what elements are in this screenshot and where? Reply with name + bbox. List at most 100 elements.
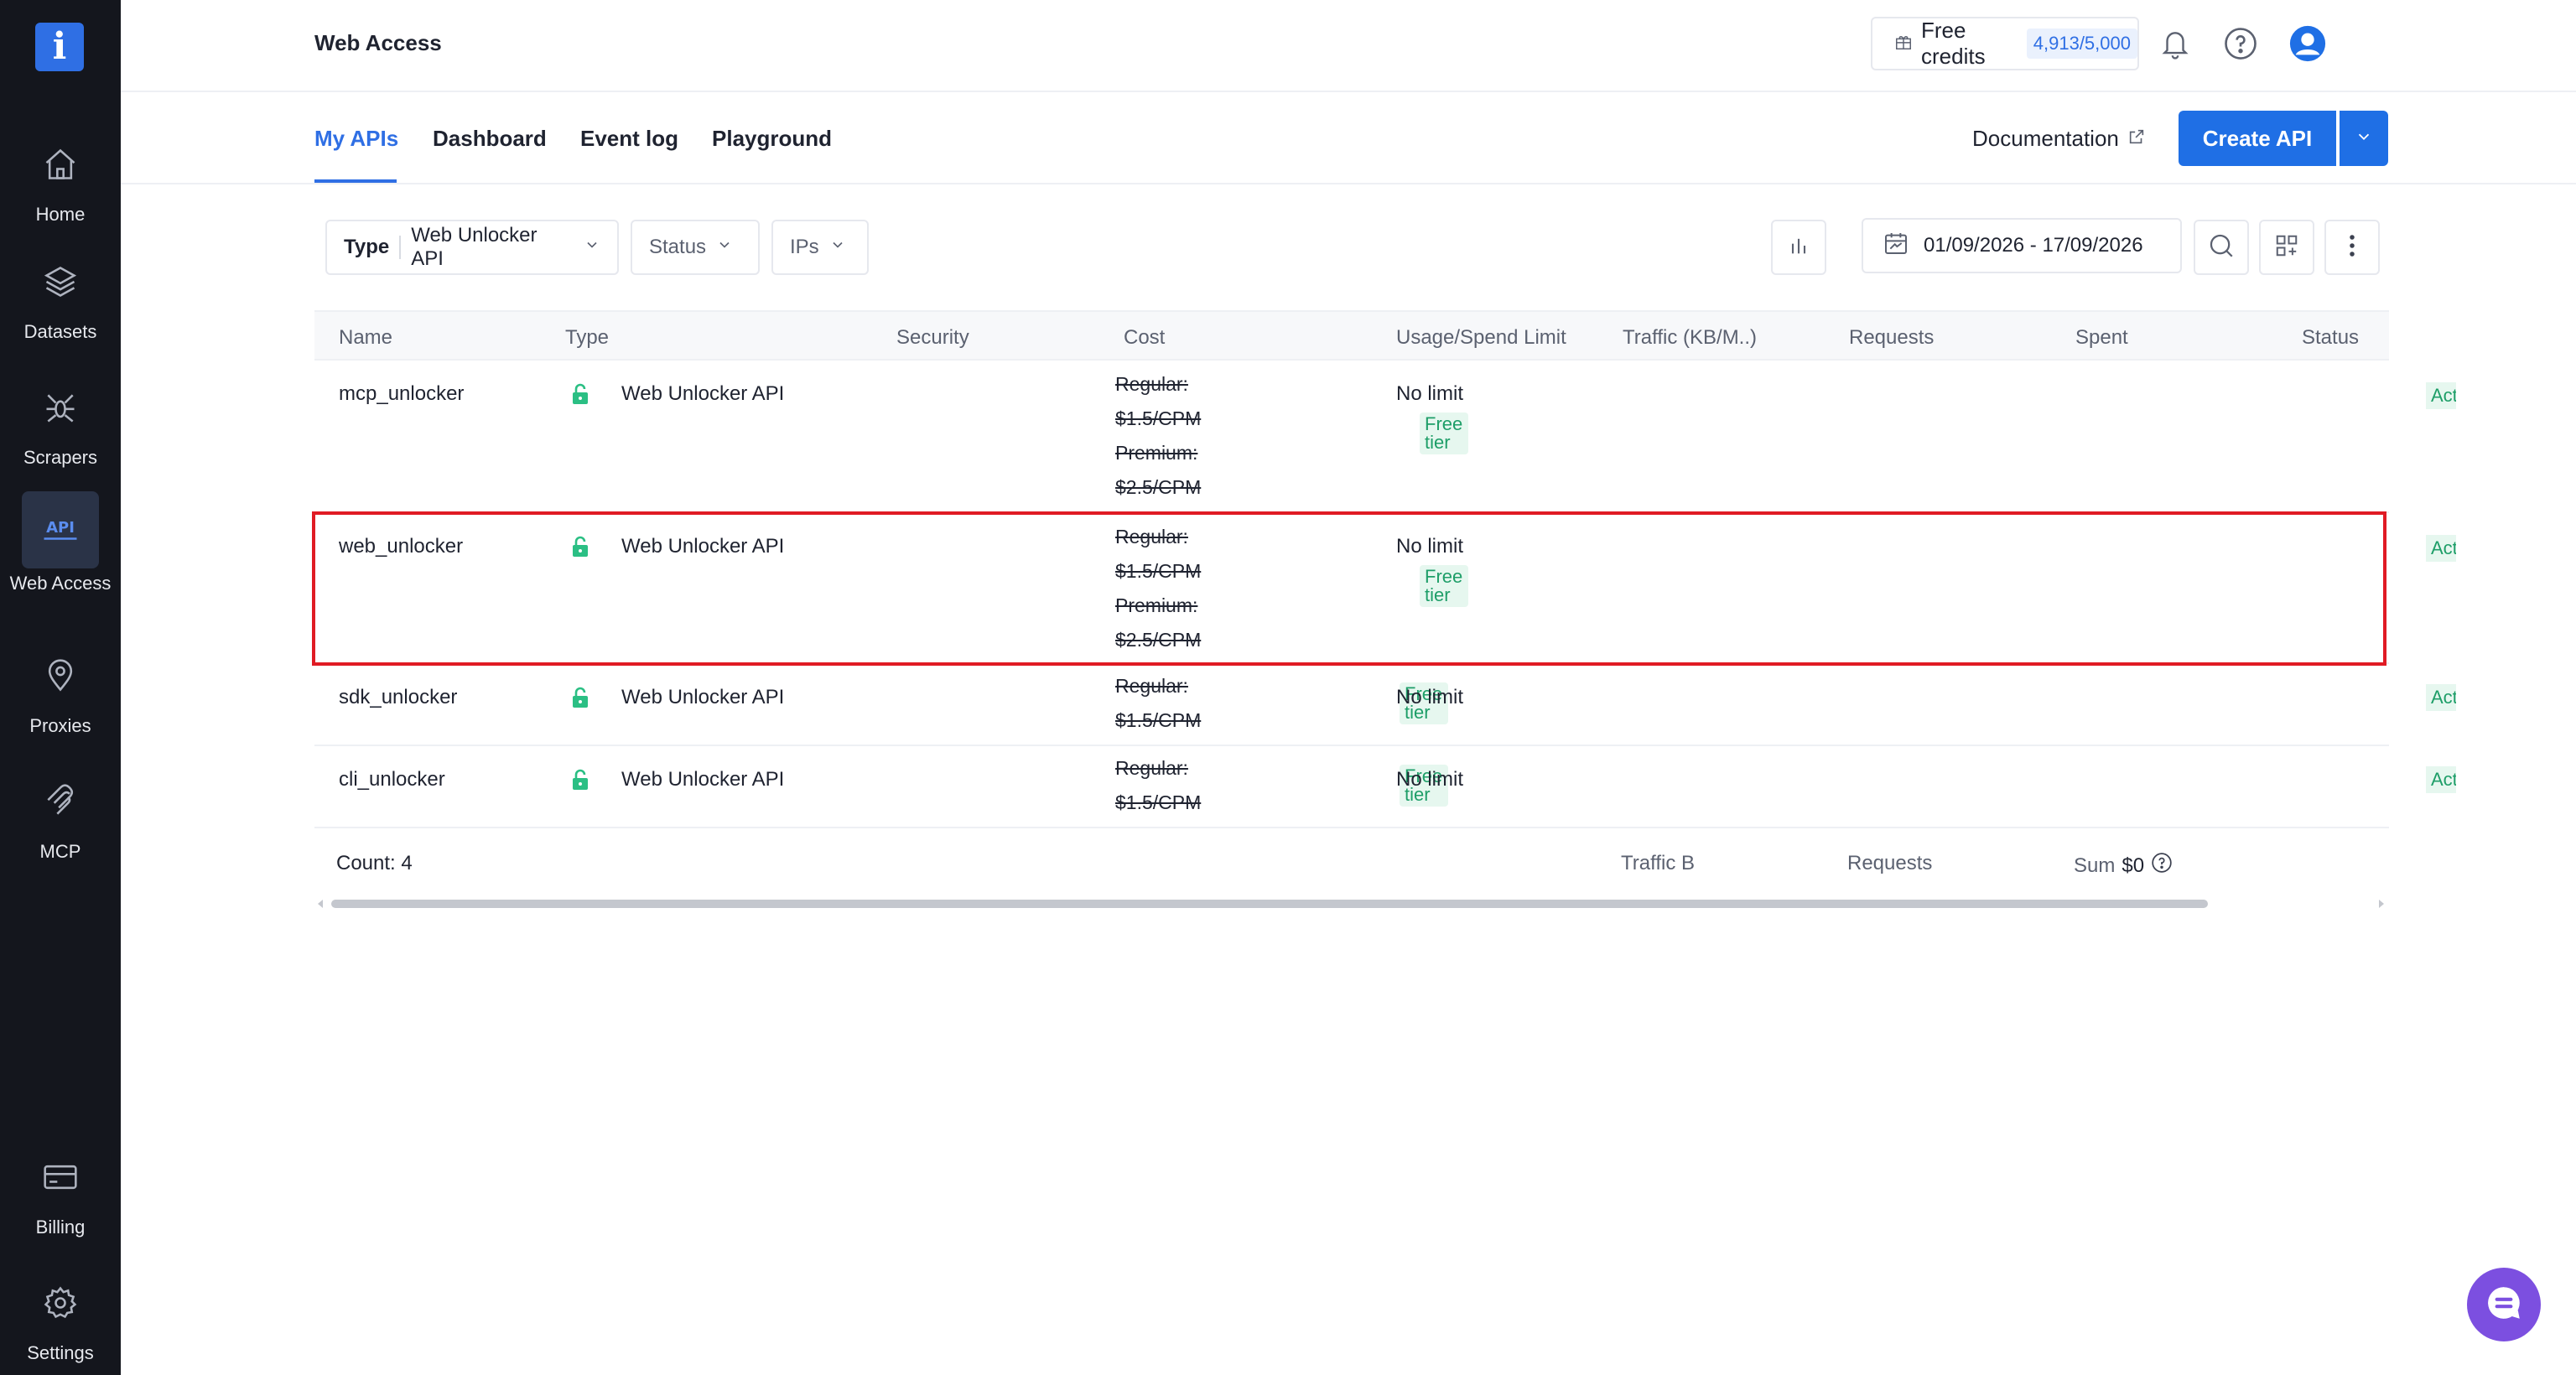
- grid-add-icon: [2274, 233, 2299, 262]
- table-row[interactable]: mcp_unlocker Web Unlocker API Regular: $1…: [314, 361, 2456, 513]
- sidebar-item-proxies[interactable]: Proxies: [0, 637, 121, 735]
- chart-toggle-button[interactable]: [1771, 220, 1826, 275]
- unlock-icon: [573, 769, 588, 790]
- logo[interactable]: i: [35, 23, 84, 71]
- status-filter-label: Status: [649, 236, 707, 258]
- table-row[interactable]: cli_unlocker Web Unlocker API Regular: $1…: [314, 746, 2456, 828]
- page-title: Web Access: [314, 30, 442, 55]
- column-header[interactable]: Type: [565, 326, 609, 350]
- layers-icon: [22, 243, 99, 320]
- more-options-button[interactable]: [2324, 220, 2380, 275]
- credits-value: 4,913/5,000: [2026, 29, 2137, 59]
- requests-total: Requests: [1847, 852, 1933, 874]
- help-icon[interactable]: [2220, 23, 2261, 64]
- spider-icon: [22, 369, 99, 446]
- horizontal-scrollbar[interactable]: [314, 895, 2389, 911]
- sidebar-item-billing[interactable]: Billing: [0, 1139, 121, 1237]
- column-header[interactable]: Spent: [2075, 326, 2128, 350]
- sidebar-item-label: Billing: [35, 1217, 86, 1238]
- status-badge: Act: [2426, 382, 2456, 409]
- tab-event-log[interactable]: Event log: [580, 126, 678, 152]
- sidebar-item-label: Proxies: [29, 715, 91, 736]
- api-name[interactable]: cli_unlocker: [339, 768, 445, 791]
- scroll-left-icon[interactable]: [318, 900, 323, 908]
- column-header[interactable]: Requests: [1849, 326, 1934, 350]
- status-badge: Act: [2426, 684, 2456, 711]
- sidebar-item-mcp[interactable]: MCP: [0, 763, 121, 861]
- top-bar: Web Access Free credits 4,913/5,000: [121, 0, 2576, 92]
- tab-my-apis[interactable]: My APIs: [314, 126, 398, 152]
- chevron-down-icon: [584, 236, 600, 259]
- status-badge: Act: [2426, 766, 2456, 793]
- sidebar-item-label: MCP: [39, 841, 81, 862]
- column-header[interactable]: Usage/Spend Limit: [1396, 326, 1566, 350]
- api-name[interactable]: mcp_unlocker: [339, 382, 464, 406]
- scroll-right-icon[interactable]: [2379, 900, 2384, 908]
- status-filter[interactable]: Status: [631, 220, 760, 275]
- usage-limit: No limit: [1396, 768, 1464, 791]
- table-footer: Count: 4 Traffic B Requests Sum $0: [314, 830, 2389, 897]
- gear-icon: [22, 1264, 99, 1341]
- tabs-bar: My APIs Dashboard Event log Playground D…: [121, 92, 2576, 184]
- cost-value: Regular: $1.5/CPM: [1115, 675, 1202, 731]
- bell-icon[interactable]: [2155, 23, 2195, 64]
- scrollbar-thumb[interactable]: [331, 900, 2208, 908]
- column-header[interactable]: Cost: [1124, 326, 1165, 350]
- sidebar: i Home Datasets Scrapers API Web Access …: [0, 0, 121, 1375]
- tab-playground[interactable]: Playground: [712, 126, 832, 152]
- column-header[interactable]: Status: [2302, 326, 2359, 350]
- column-header[interactable]: Security: [896, 326, 969, 350]
- svg-text:API: API: [46, 519, 75, 537]
- ips-filter-label: IPs: [790, 236, 819, 258]
- free-tier-badge: Free tier: [1420, 412, 1468, 454]
- search-button[interactable]: [2194, 220, 2249, 275]
- sidebar-item-label: Web Access: [9, 573, 112, 594]
- api-type: Web Unlocker API: [621, 686, 785, 708]
- documentation-label: Documentation: [1972, 126, 2119, 151]
- sidebar-item-label: Settings: [27, 1342, 94, 1363]
- date-range-value: 01/09/2026 - 17/09/2026: [1924, 234, 2143, 257]
- tab-dashboard[interactable]: Dashboard: [433, 126, 547, 152]
- columns-button[interactable]: [2259, 220, 2314, 275]
- sidebar-item-scrapers[interactable]: Scrapers: [0, 369, 121, 467]
- sidebar-item-settings[interactable]: Settings: [0, 1264, 121, 1362]
- table-row[interactable]: sdk_unlocker Web Unlocker API Regular: $1…: [314, 664, 2456, 746]
- sidebar-item-datasets[interactable]: Datasets: [0, 243, 121, 341]
- usage-limit: No limit: [1396, 382, 1464, 405]
- unlock-icon: [573, 383, 588, 404]
- column-header[interactable]: Traffic (KB/M..): [1623, 326, 1757, 350]
- sidebar-item-label: Home: [35, 204, 86, 225]
- kebab-menu-icon: [2348, 233, 2356, 262]
- chat-icon: [2483, 1282, 2525, 1328]
- sidebar-item-web-access[interactable]: API Web Access: [0, 491, 121, 593]
- credits-label: Free credits: [1921, 18, 1986, 69]
- location-pin-icon: [22, 637, 99, 714]
- unlock-icon: [573, 687, 588, 708]
- cost-value: Regular: $1.5/CPM Premium: $2.5/CPM: [1115, 373, 1202, 498]
- documentation-link[interactable]: Documentation: [1972, 126, 2146, 152]
- row-count: Count: 4: [336, 852, 413, 874]
- sidebar-item-home[interactable]: Home: [0, 126, 121, 224]
- sidebar-item-label: Datasets: [23, 321, 97, 342]
- gift-icon: [1894, 31, 1913, 57]
- chat-support-button[interactable]: [2467, 1268, 2541, 1341]
- ips-filter[interactable]: IPs: [771, 220, 869, 275]
- chevron-down-icon: [2355, 127, 2373, 150]
- avatar[interactable]: [2288, 23, 2328, 64]
- api-icon: API: [22, 491, 99, 568]
- help-icon[interactable]: [2151, 852, 2173, 879]
- api-type: Web Unlocker API: [621, 382, 785, 405]
- sum-label: Sum: [2074, 854, 2116, 877]
- create-api-button[interactable]: Create API: [2179, 111, 2336, 166]
- sum-value: $0: [2122, 854, 2145, 877]
- api-name[interactable]: sdk_unlocker: [339, 686, 457, 709]
- create-api-dropdown[interactable]: [2340, 111, 2388, 166]
- calendar-icon: [1882, 230, 1910, 262]
- mcp-icon: [22, 763, 99, 840]
- api-type: Web Unlocker API: [621, 768, 785, 791]
- type-filter[interactable]: Type Web Unlocker API: [325, 220, 619, 275]
- cost-value: Regular: $1.5/CPM: [1115, 757, 1202, 813]
- free-credits-button[interactable]: Free credits 4,913/5,000: [1871, 17, 2139, 70]
- date-range-picker[interactable]: 01/09/2026 - 17/09/2026: [1862, 218, 2182, 273]
- column-header[interactable]: Name: [339, 326, 392, 350]
